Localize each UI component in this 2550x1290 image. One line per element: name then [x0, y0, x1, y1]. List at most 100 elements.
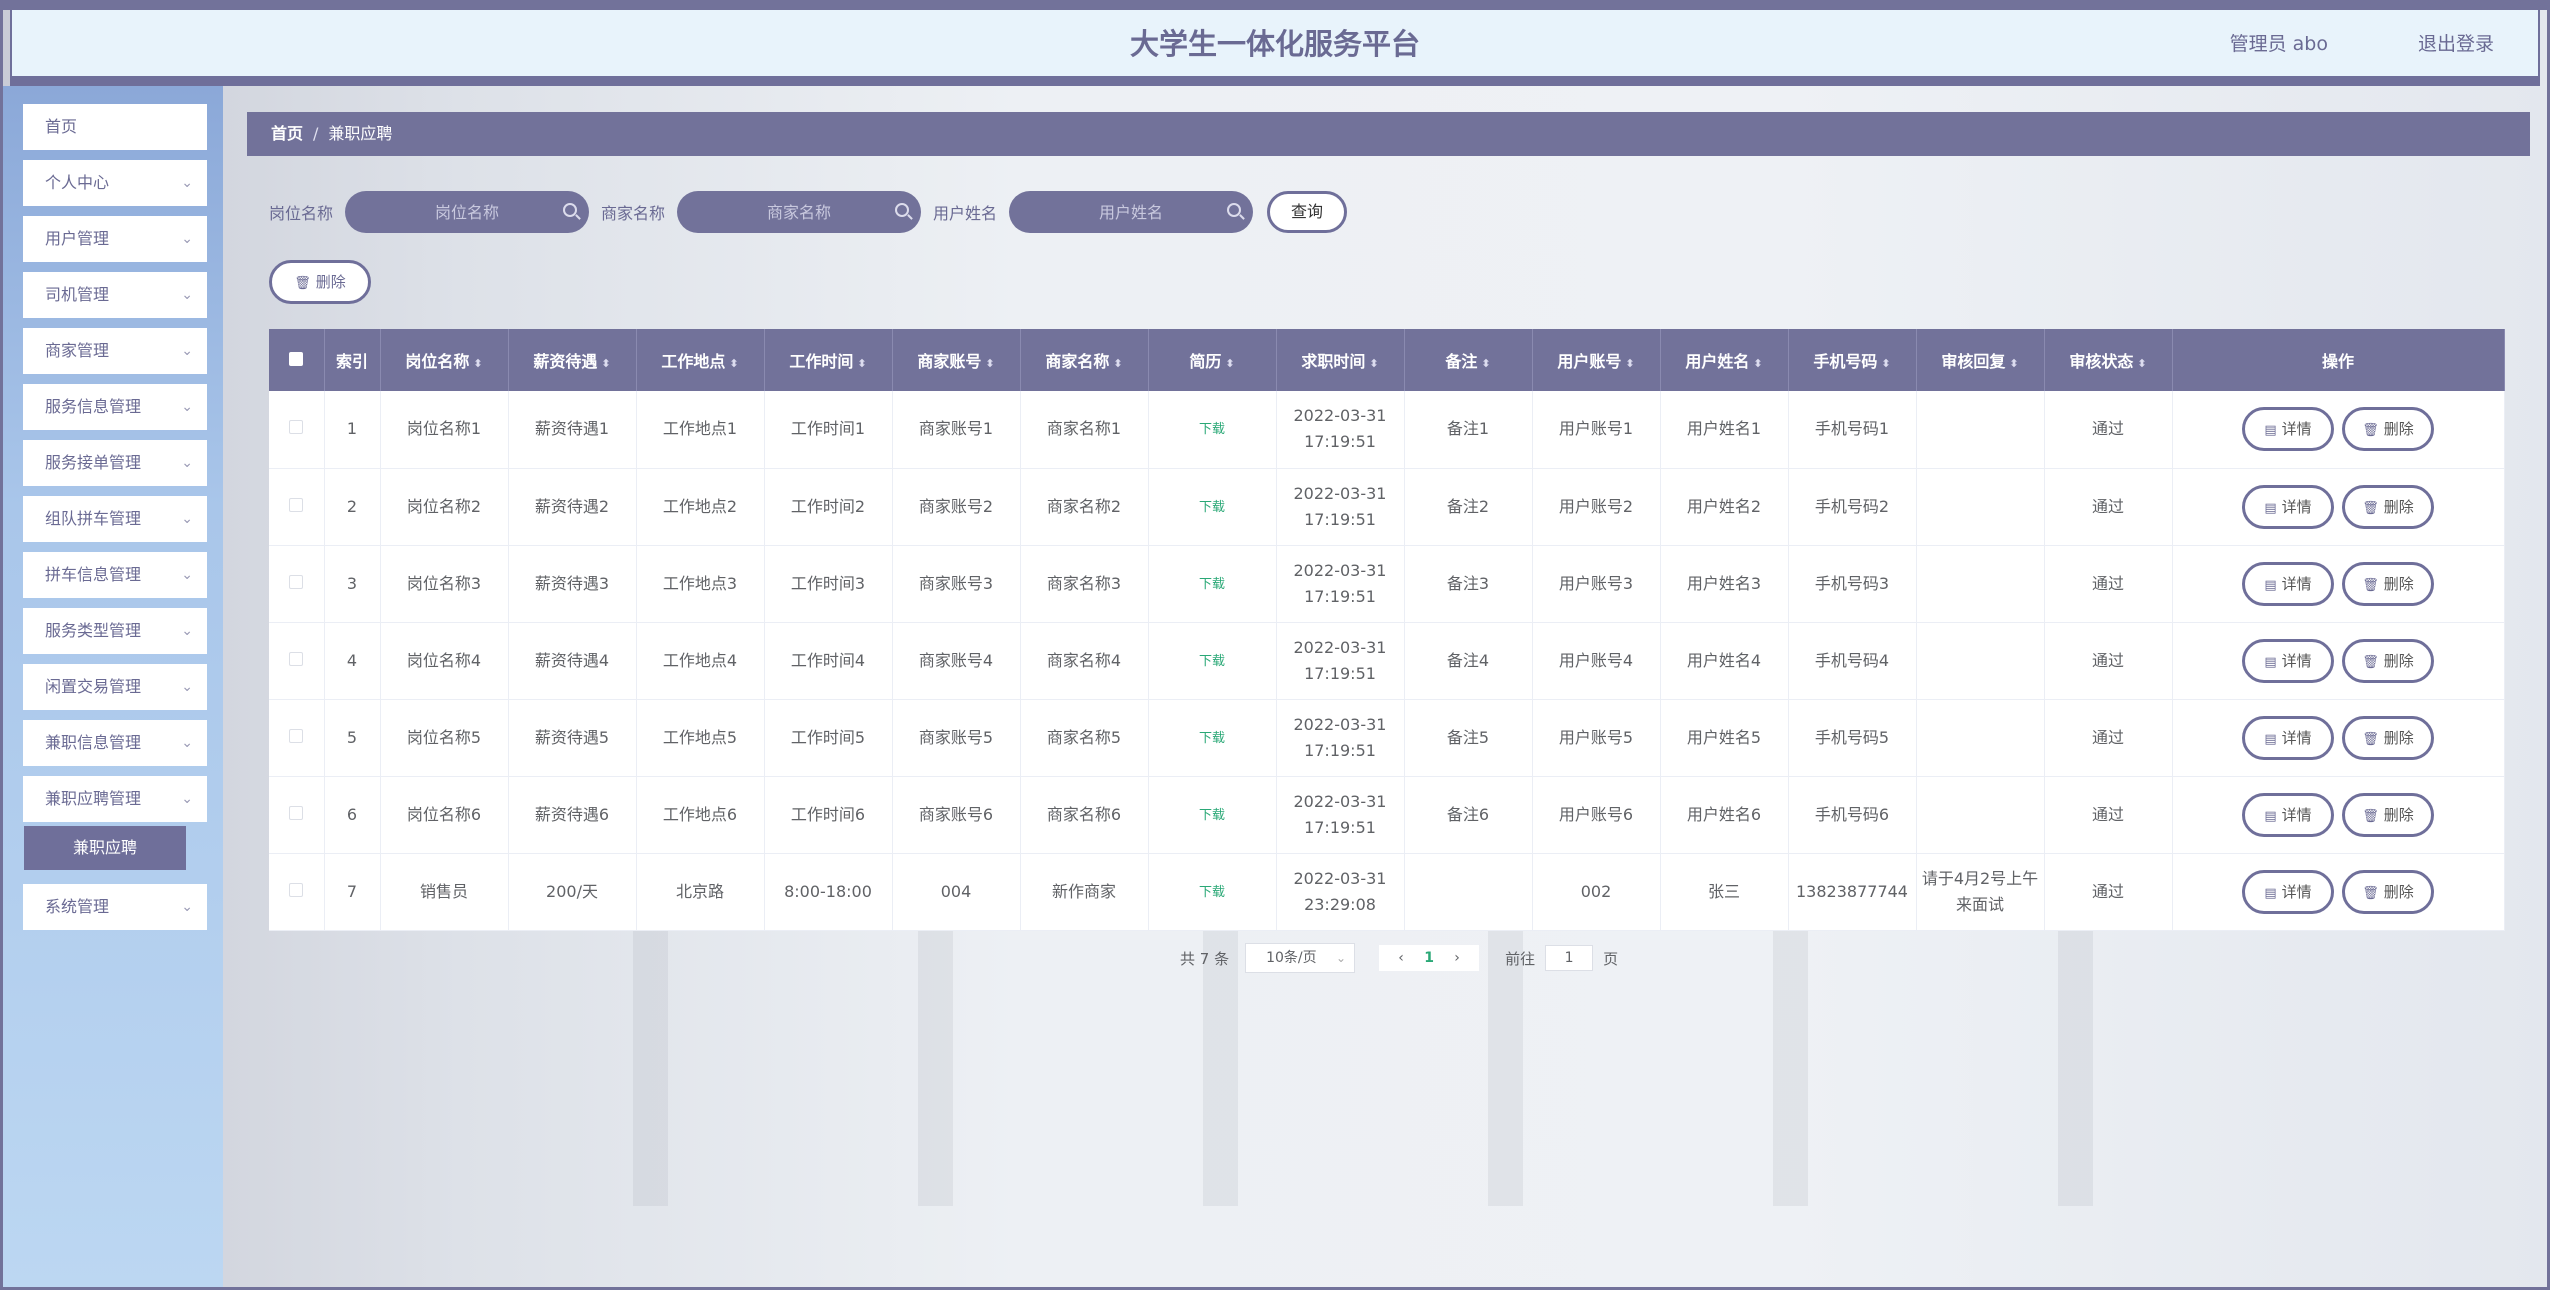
- row-checkbox[interactable]: [289, 497, 304, 512]
- sidebar-item[interactable]: 服务信息管理 ⌄: [23, 384, 207, 430]
- column-header[interactable]: 备注 ⬍: [1404, 329, 1533, 391]
- column-header[interactable]: 商家账号 ⬍: [892, 329, 1021, 391]
- sort-icon[interactable]: ⬍: [1753, 357, 1762, 370]
- resume-download-link[interactable]: 下载: [1199, 731, 1225, 746]
- chevron-down-icon: ⌄: [181, 399, 193, 415]
- resume-download-link[interactable]: 下载: [1199, 500, 1225, 515]
- column-header[interactable]: 岗位名称 ⬍: [380, 329, 509, 391]
- row-checkbox[interactable]: [289, 574, 304, 589]
- cell-value: 手机号码4: [1814, 650, 1890, 670]
- column-header[interactable]: 审核状态 ⬍: [2044, 329, 2173, 391]
- sort-icon[interactable]: ⬍: [473, 357, 482, 370]
- sort-icon[interactable]: ⬍: [2009, 357, 2018, 370]
- merchant-name-field[interactable]: [677, 191, 922, 233]
- goto-page-input[interactable]: 1: [1545, 945, 1594, 971]
- sort-icon[interactable]: ⬍: [1481, 357, 1490, 370]
- position-name-field[interactable]: [345, 191, 590, 233]
- cell-value: 用户账号3: [1558, 573, 1634, 593]
- sort-icon[interactable]: ⬍: [857, 357, 866, 370]
- resume-download-link[interactable]: 下载: [1199, 654, 1225, 669]
- sidebar-item[interactable]: 系统管理 ⌄: [23, 884, 207, 930]
- column-header[interactable]: 工作地点 ⬍: [636, 329, 765, 391]
- detail-button[interactable]: ▤ 详情: [2242, 407, 2334, 452]
- detail-button[interactable]: ▤ 详情: [2242, 792, 2334, 837]
- sidebar-item[interactable]: 用户管理 ⌄: [23, 216, 207, 262]
- sort-icon[interactable]: ⬍: [729, 357, 738, 370]
- sort-icon[interactable]: ⬍: [1113, 357, 1122, 370]
- column-header[interactable]: 手机号码 ⬍: [1788, 329, 1917, 391]
- sort-icon[interactable]: ⬍: [985, 357, 994, 370]
- user-search-input[interactable]: [1009, 191, 1254, 233]
- detail-button[interactable]: ▤ 详情: [2242, 869, 2334, 914]
- breadcrumb-home[interactable]: 首页: [271, 124, 303, 143]
- delete-button[interactable]: 🗑 删除: [2342, 638, 2434, 683]
- batch-delete-button[interactable]: 🗑 删除: [269, 260, 371, 304]
- sidebar-item[interactable]: 商家管理 ⌄: [23, 328, 207, 374]
- table-cell: 用户账号6: [1532, 776, 1661, 854]
- row-checkbox[interactable]: [289, 805, 304, 820]
- sidebar-subitem-active[interactable]: 兼职应聘: [24, 826, 186, 870]
- delete-button[interactable]: 🗑 删除: [2342, 407, 2434, 452]
- trash-icon: 🗑: [2362, 885, 2379, 901]
- sort-icon[interactable]: ⬍: [1225, 357, 1234, 370]
- sort-icon[interactable]: ⬍: [2137, 357, 2146, 370]
- row-checkbox[interactable]: [289, 728, 304, 743]
- row-checkbox[interactable]: [289, 651, 304, 666]
- delete-button[interactable]: 🗑 删除: [2342, 869, 2434, 914]
- column-header[interactable]: 审核回复 ⬍: [1916, 329, 2045, 391]
- table-cell: 商家名称1: [1020, 391, 1149, 469]
- column-header[interactable]: 商家名称 ⬍: [1020, 329, 1149, 391]
- page-number-current[interactable]: 1: [1415, 950, 1443, 966]
- table-cell: 通过: [2044, 776, 2173, 854]
- merchant-search-input[interactable]: [677, 191, 922, 233]
- sidebar-item[interactable]: 司机管理 ⌄: [23, 272, 207, 318]
- detail-button[interactable]: ▤ 详情: [2242, 484, 2334, 529]
- logout-link[interactable]: 退出登录: [2418, 10, 2494, 78]
- column-header[interactable]: 薪资待遇 ⬍: [508, 329, 637, 391]
- sort-icon[interactable]: ⬍: [1625, 357, 1634, 370]
- sidebar-item[interactable]: 服务类型管理 ⌄: [23, 608, 207, 654]
- sidebar-item[interactable]: 兼职信息管理 ⌄: [23, 720, 207, 766]
- sidebar-item[interactable]: 个人中心 ⌄: [23, 160, 207, 206]
- sidebar-item[interactable]: 组队拼车管理 ⌄: [23, 496, 207, 542]
- delete-button[interactable]: 🗑 删除: [2342, 561, 2434, 606]
- select-all-checkbox[interactable]: [289, 351, 304, 366]
- sidebar-item[interactable]: 兼职应聘管理 ⌄: [23, 776, 207, 822]
- detail-button[interactable]: ▤ 详情: [2242, 638, 2334, 683]
- detail-button[interactable]: ▤ 详情: [2242, 561, 2334, 606]
- sort-icon[interactable]: ⬍: [601, 357, 610, 370]
- column-header[interactable]: 简历 ⬍: [1148, 329, 1277, 391]
- prev-page-icon[interactable]: ‹: [1387, 950, 1415, 966]
- row-checkbox[interactable]: [289, 420, 304, 435]
- column-header[interactable]: 用户账号 ⬍: [1532, 329, 1661, 391]
- page-size-select[interactable]: 10条/页 ⌄: [1245, 943, 1356, 973]
- delete-button[interactable]: 🗑 删除: [2342, 792, 2434, 837]
- sidebar-item[interactable]: 闲置交易管理 ⌄: [23, 664, 207, 710]
- sidebar-item[interactable]: 服务接单管理 ⌄: [23, 440, 207, 486]
- column-header[interactable]: 用户姓名 ⬍: [1660, 329, 1789, 391]
- sidebar-item-label: 兼职应聘管理: [45, 789, 142, 808]
- table-cell: 004: [892, 853, 1021, 931]
- sidebar-item-label: 首页: [45, 117, 78, 136]
- sort-icon[interactable]: ⬍: [1881, 357, 1890, 370]
- resume-download-link[interactable]: 下载: [1199, 808, 1225, 823]
- delete-button[interactable]: 🗑 删除: [2342, 484, 2434, 529]
- query-button[interactable]: 查询: [1267, 191, 1348, 233]
- delete-button[interactable]: 🗑 删除: [2342, 715, 2434, 760]
- column-header[interactable]: 工作时间 ⬍: [764, 329, 893, 391]
- sort-icon[interactable]: ⬍: [1369, 357, 1378, 370]
- row-checkbox[interactable]: [289, 882, 304, 897]
- chevron-down-icon: ⌄: [181, 231, 193, 247]
- next-page-icon[interactable]: ›: [1443, 950, 1471, 966]
- sidebar-item-label: 系统管理: [45, 897, 110, 916]
- resume-download-link[interactable]: 下载: [1199, 885, 1225, 900]
- resume-download-link[interactable]: 下载: [1199, 577, 1225, 592]
- resume-download-link[interactable]: 下载: [1199, 422, 1225, 437]
- detail-button[interactable]: ▤ 详情: [2242, 715, 2334, 760]
- column-header[interactable]: 求职时间 ⬍: [1276, 329, 1405, 391]
- sidebar-item[interactable]: 首页: [23, 104, 207, 150]
- user-name-field[interactable]: [1009, 191, 1254, 233]
- trash-icon: 🗑: [2362, 423, 2379, 439]
- sidebar-item[interactable]: 拼车信息管理 ⌄: [23, 552, 207, 598]
- position-search-input[interactable]: [345, 191, 590, 233]
